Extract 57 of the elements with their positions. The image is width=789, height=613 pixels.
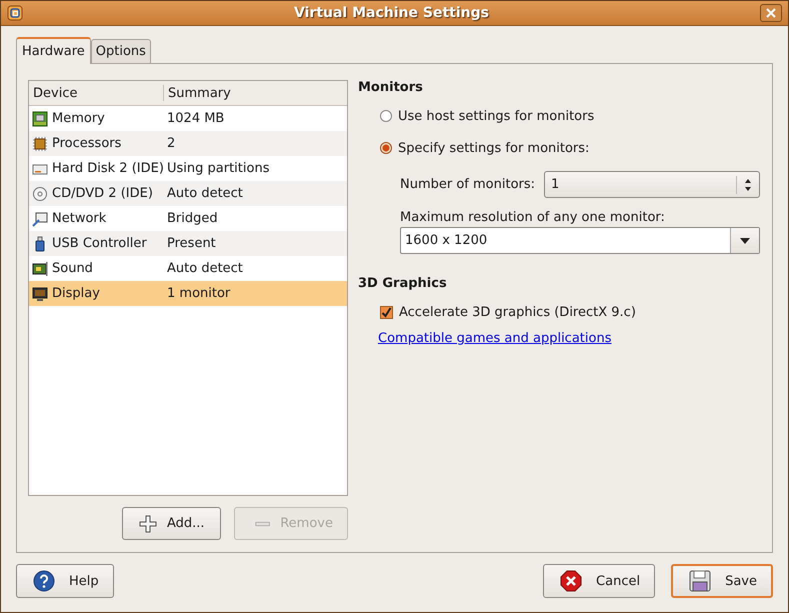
window-title: Virtual Machine Settings: [293, 5, 490, 21]
column-header[interactable]: Device: [29, 85, 164, 101]
stop-sign-icon: [560, 570, 582, 592]
device-row[interactable]: CD/DVD 2 (IDE) Auto detect: [29, 181, 347, 206]
dropdown-arrow-icon: [740, 238, 750, 244]
section-heading: 3D Graphics: [358, 276, 447, 291]
device-summary: Auto detect: [167, 186, 243, 201]
processor-icon: [32, 136, 48, 152]
device-summary: 1 monitor: [167, 286, 230, 301]
tab[interactable]: Options: [90, 39, 151, 63]
device-name: Memory: [52, 111, 105, 126]
compatible-link[interactable]: Compatible games and applications: [378, 331, 612, 346]
cancel-button[interactable]: Cancel: [543, 564, 656, 598]
close-icon: [766, 8, 776, 18]
add-button[interactable]: Add...: [122, 507, 221, 540]
column-header[interactable]: Summary: [164, 81, 231, 105]
device-summary: Bridged: [167, 211, 218, 226]
device-name: Hard Disk 2 (IDE): [52, 161, 164, 176]
device-row[interactable]: USB Controller Present: [29, 231, 347, 256]
device-name: Display: [52, 286, 100, 301]
spin-field[interactable]: 1: [544, 171, 760, 198]
field-label: Maximum resolution of any one monitor:: [400, 210, 666, 225]
device-row[interactable]: Hard Disk 2 (IDE) Using partitions: [29, 156, 347, 181]
tab[interactable]: Hardware: [16, 37, 91, 64]
device-name: Processors: [52, 136, 122, 151]
device-row[interactable]: Sound Auto detect: [29, 256, 347, 281]
resolution-combo-box[interactable]: 1600 x 1200: [400, 227, 760, 254]
checkbox-option[interactable]: Accelerate 3D graphics (DirectX 9.c): [380, 301, 636, 323]
sound-card-icon: [32, 260, 48, 276]
radio-option[interactable]: Use host settings for monitors: [380, 105, 594, 127]
device-summary: Present: [167, 236, 216, 251]
monitor-icon: [32, 286, 48, 302]
device-row[interactable]: Display 1 monitor: [29, 281, 347, 306]
memory-chip-icon: [32, 110, 48, 126]
help-icon: [33, 570, 55, 592]
device-summary: 2: [167, 136, 176, 151]
field-label: Number of monitors:: [400, 177, 536, 192]
device-name: CD/DVD 2 (IDE): [52, 186, 153, 201]
disc-icon: [32, 186, 48, 202]
radio-option[interactable]: Specify settings for monitors:: [380, 137, 590, 159]
network-icon: [32, 210, 48, 226]
close-button[interactable]: [760, 4, 782, 22]
app-icon: [7, 5, 23, 21]
device-row[interactable]: Network Bridged: [29, 206, 347, 231]
help-button[interactable]: Help: [16, 564, 114, 598]
device-summary: 1024 MB: [167, 111, 224, 126]
device-row[interactable]: Memory 1024 MB: [29, 106, 347, 131]
device-summary: Auto detect: [167, 261, 243, 276]
device-name: Sound: [52, 261, 93, 276]
minus-icon: [255, 520, 270, 526]
device-row[interactable]: Processors 2: [29, 131, 347, 156]
section-heading: Monitors: [358, 80, 423, 95]
plus-icon: [139, 514, 157, 532]
device-name: USB Controller: [52, 236, 147, 251]
device-name: Network: [52, 211, 106, 226]
save-button[interactable]: Save: [671, 564, 773, 598]
device-summary: Using partitions: [167, 161, 270, 176]
